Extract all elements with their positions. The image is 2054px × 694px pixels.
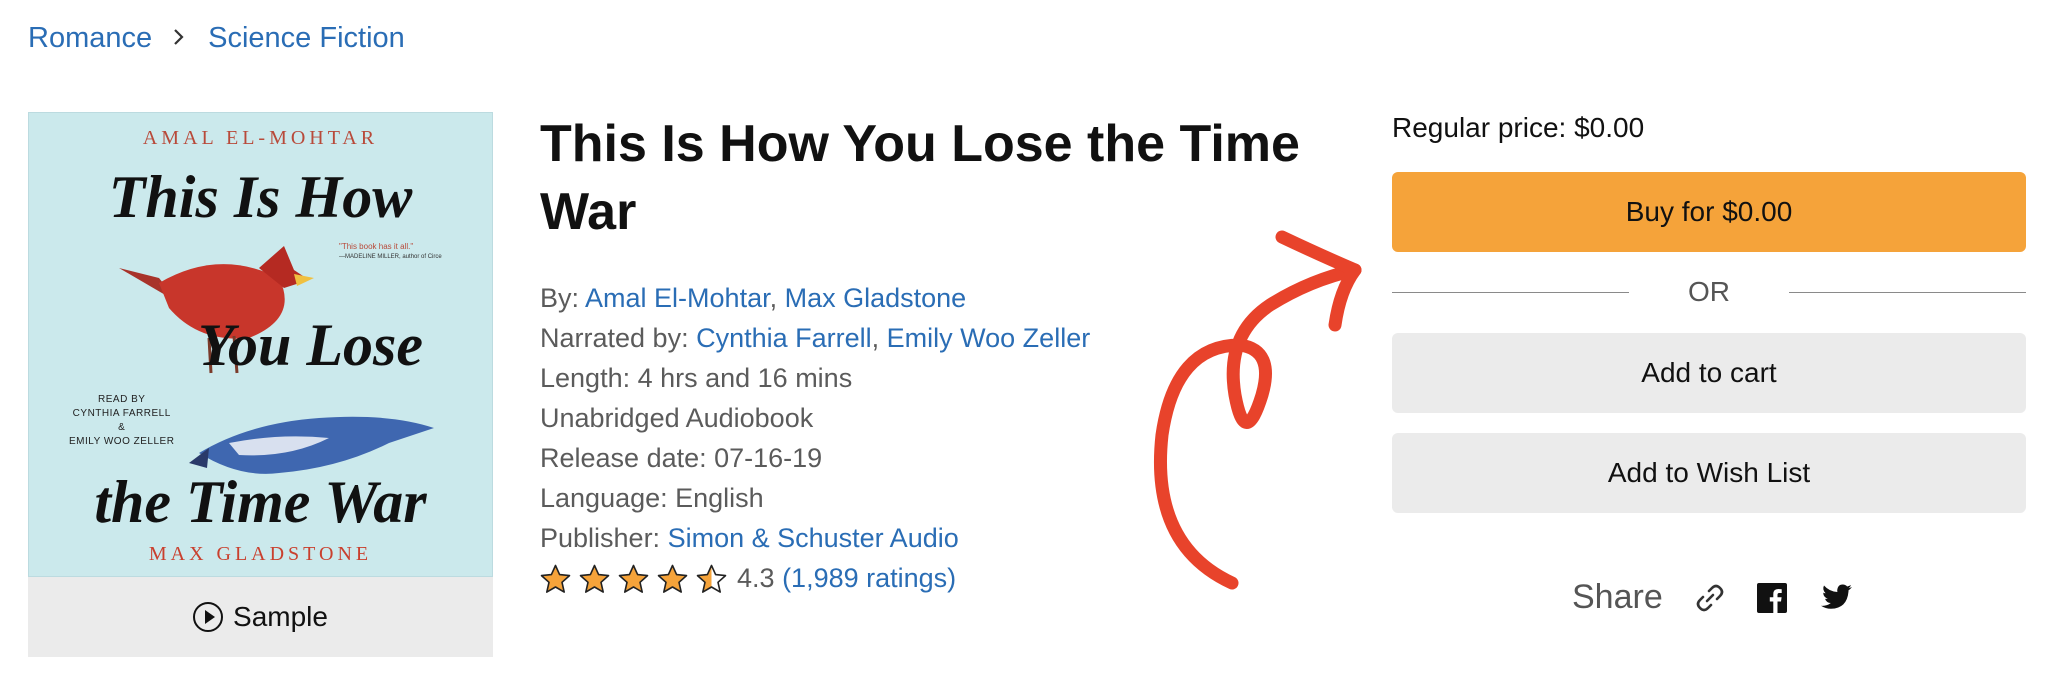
- narrator-link[interactable]: Cynthia Farrell: [696, 323, 872, 353]
- star-full-icon: [657, 565, 688, 594]
- share-label: Share: [1572, 578, 1663, 616]
- narrator-link[interactable]: Emily Woo Zeller: [887, 323, 1091, 353]
- author-link[interactable]: Amal El-Mohtar: [585, 283, 770, 313]
- sample-button[interactable]: Sample: [28, 577, 493, 657]
- cover-author-bottom: MAX GLADSTONE: [148, 543, 373, 565]
- author-link[interactable]: Max Gladstone: [785, 283, 967, 313]
- link-icon[interactable]: [1695, 583, 1725, 613]
- chevron-right-icon: [172, 22, 186, 55]
- rating-row: 4.3 (1,989 ratings): [540, 558, 1090, 598]
- ratings-count-link[interactable]: (1,989 ratings): [782, 563, 956, 593]
- star-full-icon: [618, 565, 649, 594]
- breadcrumb-science-fiction[interactable]: Science Fiction: [208, 22, 405, 55]
- narrators-row: Narrated by: Cynthia Farrell, Emily Woo …: [540, 323, 1091, 353]
- cover-title-line: the Time War: [94, 469, 427, 535]
- book-cover[interactable]: AMAL EL-MOHTAR This Is How "This book ha…: [28, 112, 493, 577]
- star-half-icon: [696, 565, 727, 594]
- share-bar: Share: [1572, 578, 1853, 617]
- release-date-row: Release date: 07-16-19: [540, 443, 823, 473]
- star-full-icon: [579, 565, 610, 594]
- add-to-cart-button[interactable]: Add to cart: [1392, 333, 2026, 413]
- star-full-icon: [540, 565, 571, 594]
- rating-stars: [540, 564, 727, 595]
- cover-author: AMAL EL-MOHTAR: [142, 127, 379, 149]
- authors-row: By: Amal El-Mohtar, Max Gladstone: [540, 283, 967, 313]
- publisher-link[interactable]: Simon & Schuster Audio: [668, 523, 959, 553]
- play-icon: [193, 602, 224, 632]
- length-row: Length: 4 hrs and 16 mins: [540, 363, 853, 393]
- publisher-row: Publisher: Simon & Schuster Audio: [540, 523, 959, 553]
- annotation-arrow: [1153, 230, 1362, 590]
- breadcrumb: Romance Science Fiction: [28, 22, 405, 55]
- format-row: Unabridged Audiobook: [540, 403, 814, 433]
- cover-narrators: READ BY CYNTHIA FARRELL & EMILY WOO ZELL…: [69, 394, 175, 447]
- rating-value: 4.3: [737, 563, 775, 593]
- language-row: Language: English: [540, 483, 764, 513]
- sample-label: Sample: [233, 601, 328, 632]
- cover-title-line: You Lose: [198, 312, 423, 378]
- buy-button[interactable]: Buy for $0.00: [1392, 172, 2026, 252]
- cover-quote: "This book has it all." —MADELINE MILLER,…: [339, 242, 442, 260]
- regular-price: Regular price: $0.00: [1392, 112, 1645, 143]
- facebook-icon[interactable]: [1756, 582, 1787, 613]
- book-metadata: By: Amal El-Mohtar, Max Gladstone Narrat…: [540, 278, 1090, 598]
- twitter-icon[interactable]: [1819, 583, 1853, 613]
- or-divider: OR: [1392, 272, 2026, 312]
- breadcrumb-romance[interactable]: Romance: [28, 22, 152, 55]
- add-to-wish-list-button[interactable]: Add to Wish List: [1392, 433, 2026, 513]
